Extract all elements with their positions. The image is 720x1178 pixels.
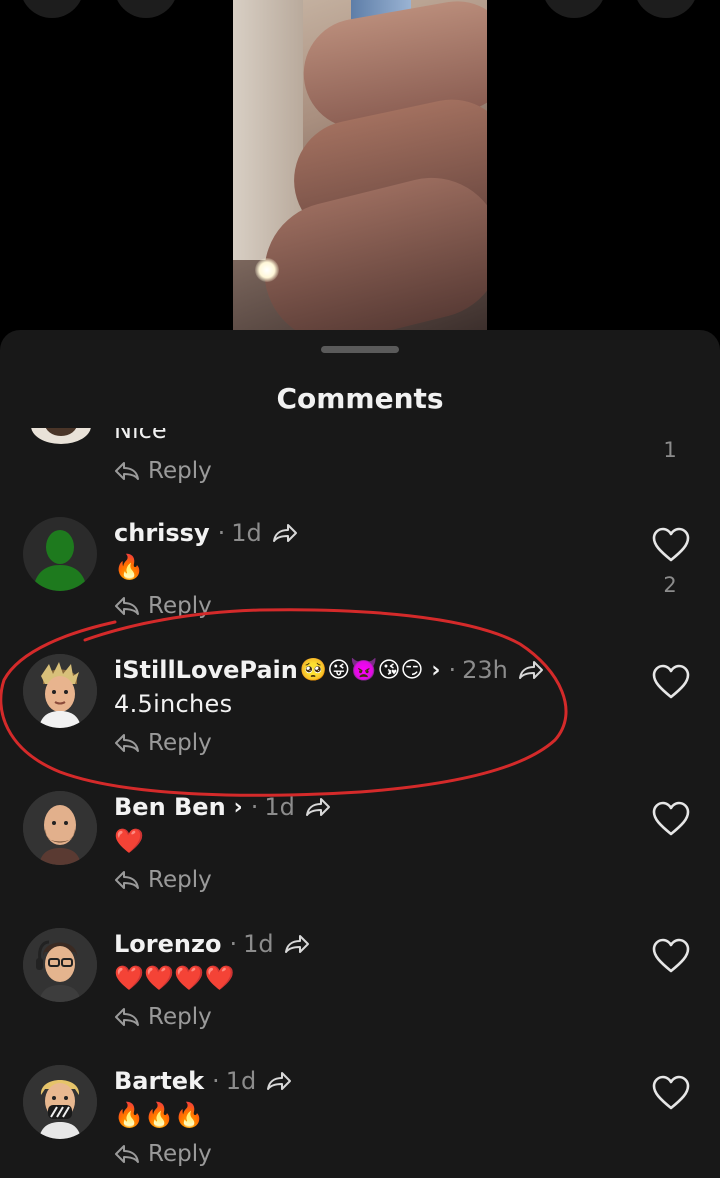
top-left-button-icon[interactable] [114, 0, 178, 18]
reply-icon [115, 597, 139, 615]
reply-icon [115, 462, 139, 480]
share-icon[interactable] [272, 522, 298, 544]
share-icon[interactable] [284, 933, 310, 955]
comment-text: ❤️❤️❤️❤️ [114, 964, 235, 992]
avatar[interactable] [27, 428, 95, 446]
comment-item: chrissy · 1d 🔥 Reply 2 [0, 517, 720, 647]
avatar[interactable] [23, 791, 97, 865]
heart-icon[interactable] [652, 664, 690, 700]
comment-author[interactable]: Bartek [114, 1067, 204, 1095]
chevron-right-icon[interactable]: › [234, 795, 243, 820]
reply-button[interactable]: Reply [114, 458, 212, 484]
top-right-button-icon[interactable] [542, 0, 606, 18]
reply-icon [115, 1145, 139, 1163]
reply-button[interactable]: Reply [114, 593, 212, 619]
like-count: 1 [663, 438, 677, 462]
separator: · [448, 656, 457, 684]
reply-button[interactable]: Reply [114, 1141, 212, 1167]
reply-button[interactable]: Reply [114, 730, 212, 756]
reply-icon [115, 1008, 139, 1026]
heart-icon[interactable] [652, 527, 690, 563]
share-icon[interactable] [518, 659, 544, 681]
video-light [255, 258, 279, 282]
reply-icon [115, 734, 139, 752]
name-emojis: 🥺😜👿😘😏 [299, 657, 424, 683]
reply-button[interactable]: Reply [114, 1004, 212, 1030]
heart-icon[interactable] [652, 1075, 690, 1111]
reply-label: Reply [148, 593, 212, 619]
comment-text: ❤️ [114, 827, 145, 855]
heart-icon[interactable] [652, 938, 690, 974]
bitmoji-avatar-icon [23, 654, 97, 728]
avatar[interactable] [23, 1065, 97, 1139]
separator: · [250, 793, 259, 821]
reply-label: Reply [148, 867, 212, 893]
comment-text: Nice [114, 428, 167, 444]
reply-button[interactable]: Reply [114, 867, 212, 893]
reply-label: Reply [148, 1141, 212, 1167]
separator: · [217, 519, 226, 547]
comment-time: 1d [225, 1067, 257, 1095]
default-avatar-icon [33, 530, 87, 591]
separator: · [229, 930, 238, 958]
share-icon[interactable] [266, 1070, 292, 1092]
sheet-title: Comments [276, 382, 444, 415]
reply-icon [115, 871, 139, 889]
avatar[interactable] [23, 654, 97, 728]
reply-label: Reply [148, 1004, 212, 1030]
reply-label: Reply [148, 730, 212, 756]
video-preview[interactable] [233, 0, 487, 330]
reply-label: Reply [148, 458, 212, 484]
comment-item: Lorenzo · 1d ❤️❤️❤️❤️ Reply [0, 928, 720, 1058]
comment-author[interactable]: iStillLovePain [114, 656, 298, 684]
separator: · [212, 1067, 220, 1095]
avatar[interactable] [23, 517, 97, 591]
comment-time: 1d [264, 793, 295, 821]
comment-text: 🔥🔥🔥 [114, 1101, 205, 1129]
comment-time: 23h [462, 656, 508, 684]
avatar[interactable] [23, 928, 97, 1002]
comment-author[interactable]: Ben Ben [114, 793, 226, 821]
comment-item: iStillLovePain 🥺😜👿😘😏 › · 23h 4.5inches R… [0, 654, 720, 784]
comment-author[interactable]: Lorenzo [114, 930, 221, 958]
comment-author[interactable]: chrissy [114, 519, 210, 547]
comment-time: 1d [231, 519, 262, 547]
top-right-menu-icon[interactable] [634, 0, 698, 18]
profile-avatar-icon[interactable] [20, 0, 84, 18]
bitmoji-avatar-icon [23, 791, 97, 865]
comment-text: 🔥 [114, 553, 145, 581]
like-count: 2 [663, 573, 677, 597]
drag-handle[interactable] [321, 346, 399, 353]
comment-item: Ben Ben › · 1d ❤️ Reply [0, 791, 720, 921]
video-area [0, 0, 720, 340]
heart-icon[interactable] [652, 801, 690, 837]
chevron-right-icon[interactable]: › [431, 658, 440, 683]
comment-text: 4.5inches [114, 690, 233, 718]
comments-list[interactable]: Nice Reply 1 chrissy · 1d 🔥 Reply 2 iSti… [0, 428, 720, 1178]
bitmoji-avatar-icon [23, 928, 97, 1002]
comment-item: Bartek · 1d 🔥🔥🔥 Reply [0, 1065, 720, 1178]
comment-time: 1d [243, 930, 274, 958]
bitmoji-avatar-icon [23, 1065, 97, 1139]
comments-sheet: Comments Nice Reply 1 chrissy · 1d 🔥 Rep… [0, 330, 720, 1178]
share-icon[interactable] [305, 796, 331, 818]
